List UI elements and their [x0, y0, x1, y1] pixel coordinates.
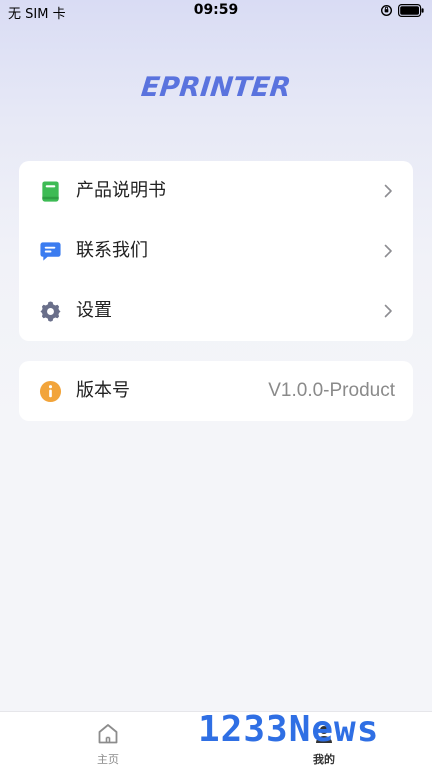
chevron-right-icon: [384, 244, 392, 258]
tab-mine-label: 我的: [313, 753, 335, 766]
app-logo: EPRINTER: [139, 72, 293, 103]
book-icon: [42, 181, 59, 202]
version-value: V1.0.0-Product: [268, 380, 395, 401]
menu-item-label: 设置: [76, 300, 112, 321]
version-label: 版本号: [76, 380, 130, 401]
chevron-right-icon: [384, 304, 392, 318]
home-icon: [98, 724, 118, 744]
menu-item-label: 产品说明书: [76, 180, 166, 201]
gear-icon: [40, 301, 61, 322]
battery-icon: [398, 4, 424, 17]
info-icon: [39, 380, 62, 403]
tab-home-label: 主页: [97, 753, 119, 766]
message-icon: [40, 242, 61, 261]
tab-home[interactable]: 主页: [0, 712, 216, 769]
version-card: 版本号 V1.0.0-Product: [19, 361, 413, 421]
status-icons: [380, 4, 424, 17]
version-row: 版本号 V1.0.0-Product: [19, 361, 413, 421]
watermark: 1233News: [198, 709, 380, 750]
menu-card: 产品说明书 联系我们 设置: [19, 161, 413, 341]
chevron-right-icon: [384, 184, 392, 198]
menu-item-contact[interactable]: 联系我们: [19, 221, 413, 281]
rotation-lock-icon: [380, 4, 393, 17]
clock: 09:59: [193, 2, 239, 18]
menu-item-label: 联系我们: [76, 240, 148, 261]
profile-screen: 无 SIM 卡 09:59 EPRINTER 产品说明书 联系我们 设置 版本号…: [0, 0, 432, 769]
status-bar: 无 SIM 卡 09:59: [0, 0, 432, 24]
menu-item-settings[interactable]: 设置: [19, 281, 413, 341]
menu-item-manual[interactable]: 产品说明书: [19, 161, 413, 221]
